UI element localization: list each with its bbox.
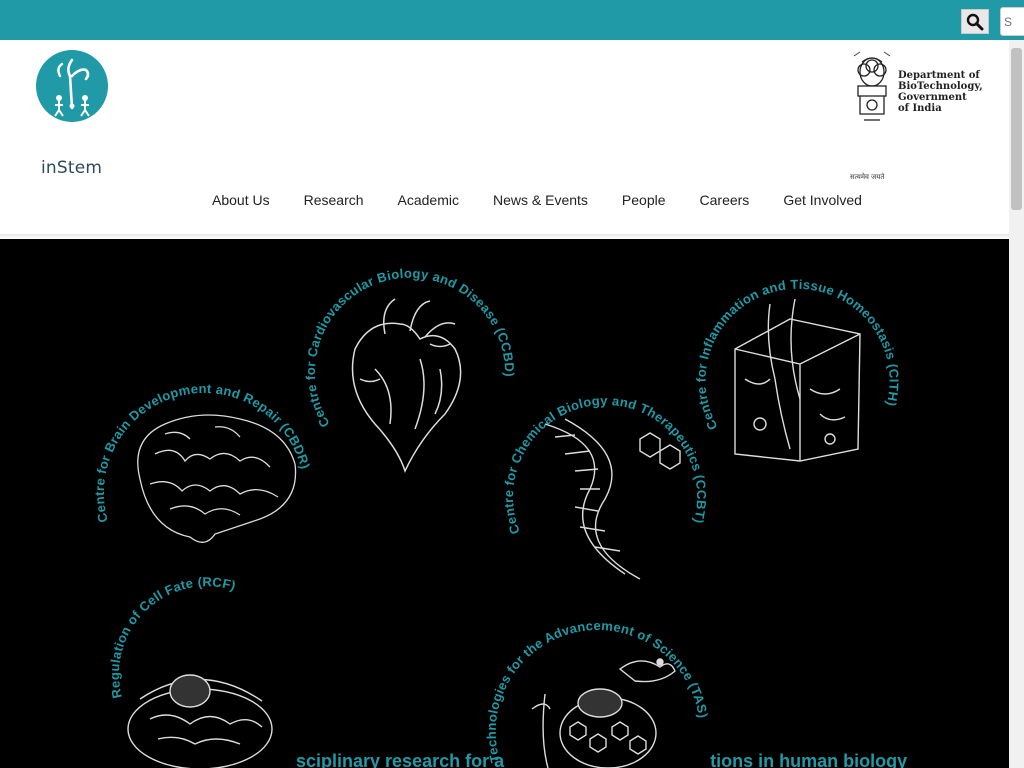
instem-logo[interactable] xyxy=(36,46,112,146)
nav-people[interactable]: People xyxy=(605,192,683,212)
nav-news-events[interactable]: News & Events xyxy=(476,192,605,212)
hero-banner: Centre for Cardiovascular Biology and Di… xyxy=(0,239,1009,768)
nav-careers[interactable]: Careers xyxy=(683,192,767,212)
dbt-line: of India xyxy=(898,103,942,114)
hero-tagline: sciplinary research for a tions in human … xyxy=(296,751,907,768)
nav-about-us[interactable]: About Us xyxy=(195,192,287,212)
rcf-centre[interactable]: Regulation of Cell Fate (RCF) xyxy=(107,574,273,768)
scroll-thumb[interactable] xyxy=(1011,48,1022,210)
nav-academic[interactable]: Academic xyxy=(381,192,476,212)
search-icon xyxy=(966,13,984,30)
cith-label: Centre for Inflammation and Tissue Homeo… xyxy=(694,277,902,433)
nav-research[interactable]: Research xyxy=(287,192,381,212)
svg-text:Centre for Inflammation and Ti: Centre for Inflammation and Tissue Homeo… xyxy=(694,277,902,433)
dbt-text: Department of BioTechnology, Government … xyxy=(898,70,983,114)
search-button[interactable] xyxy=(961,9,989,34)
main-nav: About Us Research Academic News & Events… xyxy=(195,192,879,212)
svg-text:Centre for Brain Development a: Centre for Brain Development and Repair … xyxy=(92,381,313,524)
nav-get-involved[interactable]: Get Involved xyxy=(766,192,879,212)
cbdr-label: Centre for Brain Development and Repair … xyxy=(92,381,313,524)
ccbt-centre[interactable]: Centre for Chemical Biology and Therapeu… xyxy=(501,393,709,580)
page: inStem Department of BioTechnology, Gove… xyxy=(0,0,1024,768)
cbdr-centre[interactable]: Centre for Brain Development and Repair … xyxy=(92,381,313,543)
scrollbar[interactable] xyxy=(1009,40,1024,768)
ccbd-centre[interactable]: Centre for Cardiovascular Biology and Di… xyxy=(303,266,517,474)
cith-centre[interactable]: Centre for Inflammation and Tissue Homeo… xyxy=(694,277,902,462)
tagline-right: tions in human biology xyxy=(710,751,908,768)
search-input[interactable] xyxy=(1000,7,1024,36)
svg-text:Centre for Cardiovascular Biol: Centre for Cardiovascular Biology and Di… xyxy=(303,266,517,430)
top-bar xyxy=(0,0,1024,40)
tagline-left: sciplinary research for a xyxy=(296,751,505,768)
dbt-line: BioTechnology, xyxy=(898,81,983,92)
logo-text: inStem xyxy=(41,158,103,178)
tas-centre[interactable]: Technologies for the Advancement of Scie… xyxy=(484,618,711,768)
ccbd-label: Centre for Cardiovascular Biology and Di… xyxy=(303,266,517,430)
dbt-line: Government xyxy=(898,92,967,103)
dbt-motto: सत्यमेव जयते xyxy=(850,173,885,181)
dbt-line: Department of xyxy=(898,70,980,81)
